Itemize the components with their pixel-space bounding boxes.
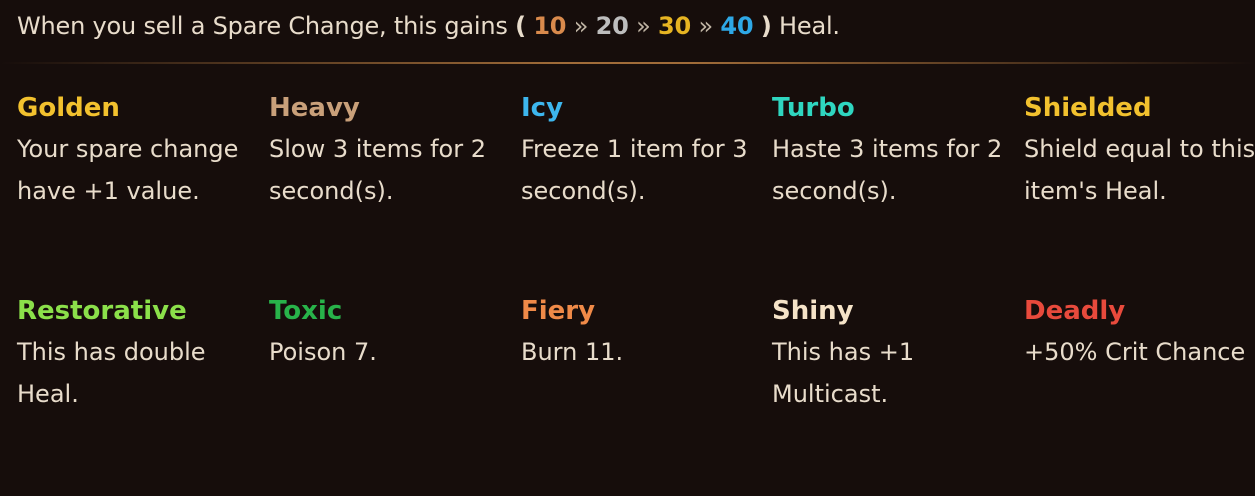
enchantments-grid: Golden Your spare change have +1 value. … xyxy=(17,90,1255,496)
tier-value-silver: 20 xyxy=(595,12,629,40)
tier-value-diamond: 40 xyxy=(720,12,754,40)
enchantment-turbo: Turbo Haste 3 items for 2 second(s). xyxy=(772,90,1012,212)
open-paren: ( xyxy=(515,12,526,40)
enchantment-description: Haste 3 items for 2 second(s). xyxy=(772,135,1003,205)
tier-separator: » xyxy=(698,12,713,40)
tier-value-gold: 30 xyxy=(658,12,692,40)
enchantment-heavy: Heavy Slow 3 items for 2 second(s). xyxy=(269,90,509,212)
enchantments-row: Restorative This has double Heal. Toxic … xyxy=(17,293,1255,496)
enchantment-description: This has +1 Multicast. xyxy=(772,338,915,408)
enchantment-name: Deadly xyxy=(1024,296,1126,326)
enchantment-name: Shielded xyxy=(1024,93,1152,123)
enchantment-description: Poison 7. xyxy=(269,338,377,366)
enchantment-restorative: Restorative This has double Heal. xyxy=(17,293,257,415)
effect-prefix: When you sell a Spare Change, this gains xyxy=(17,12,508,40)
section-divider xyxy=(0,62,1255,64)
enchantment-icy: Icy Freeze 1 item for 3 second(s). xyxy=(521,90,761,212)
enchantment-shielded: Shielded Shield equal to this item's Hea… xyxy=(1024,90,1255,212)
enchantment-name: Toxic xyxy=(269,296,343,326)
enchantment-deadly: Deadly +50% Crit Chance xyxy=(1024,293,1255,373)
enchantment-description: +50% Crit Chance xyxy=(1024,338,1246,366)
tier-value-bronze: 10 xyxy=(533,12,567,40)
enchantment-description: Burn 11. xyxy=(521,338,624,366)
enchantment-name: Heavy xyxy=(269,93,360,123)
enchantment-name: Restorative xyxy=(17,296,187,326)
enchantment-golden: Golden Your spare change have +1 value. xyxy=(17,90,257,212)
enchantment-name: Golden xyxy=(17,93,120,123)
enchantment-description: Freeze 1 item for 3 second(s). xyxy=(521,135,748,205)
enchantment-fiery: Fiery Burn 11. xyxy=(521,293,761,373)
close-paren: ) xyxy=(760,12,772,40)
effect-description: When you sell a Spare Change, this gains… xyxy=(17,8,840,44)
tier-separator: » xyxy=(636,12,651,40)
enchantment-shiny: Shiny This has +1 Multicast. xyxy=(772,293,1012,415)
enchantment-description: Slow 3 items for 2 second(s). xyxy=(269,135,486,205)
enchantment-description: Your spare change have +1 value. xyxy=(17,135,239,205)
enchantments-row: Golden Your spare change have +1 value. … xyxy=(17,90,1255,293)
enchantment-name: Shiny xyxy=(772,296,854,326)
enchantment-name: Icy xyxy=(521,93,564,123)
enchantment-name: Fiery xyxy=(521,296,596,326)
enchantment-name: Turbo xyxy=(772,93,855,123)
tier-separator: » xyxy=(573,12,589,40)
effect-suffix: Heal. xyxy=(779,12,840,40)
enchantment-description: Shield equal to this item's Heal. xyxy=(1024,135,1255,205)
enchantment-toxic: Toxic Poison 7. xyxy=(269,293,509,373)
enchantment-description: This has double Heal. xyxy=(17,338,206,408)
